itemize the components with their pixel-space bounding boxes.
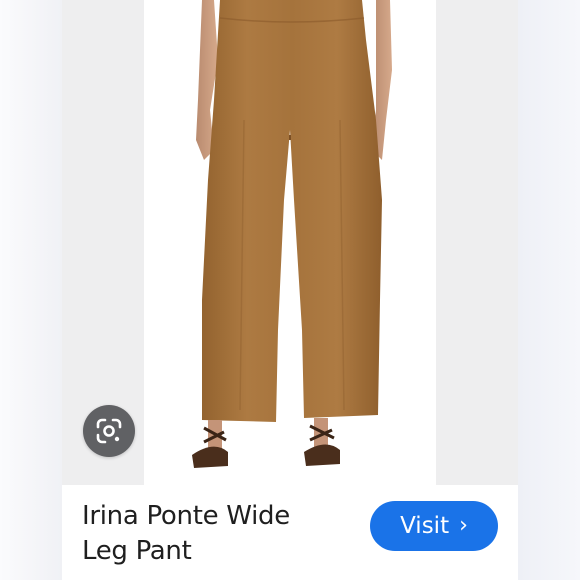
product-photo-backdrop — [144, 0, 436, 485]
background-right — [518, 0, 580, 580]
chevron-right-icon: › — [459, 513, 468, 538]
search-result-page: Irina Ponte Wide Leg Pant Visit › — [0, 0, 580, 580]
visit-button[interactable]: Visit › — [370, 501, 498, 551]
product-title-line-1: Irina Ponte Wide — [82, 501, 290, 531]
product-info-card: Irina Ponte Wide Leg Pant Visit › — [62, 485, 518, 580]
product-title-line-2: Leg Pant — [82, 536, 192, 566]
product-image[interactable] — [62, 0, 518, 485]
product-title[interactable]: Irina Ponte Wide Leg Pant — [82, 499, 342, 569]
google-lens-button[interactable] — [83, 405, 135, 457]
background-left — [0, 0, 62, 580]
visit-button-label: Visit — [400, 513, 450, 539]
pants-illustration — [192, 0, 392, 468]
google-lens-icon — [96, 418, 122, 444]
